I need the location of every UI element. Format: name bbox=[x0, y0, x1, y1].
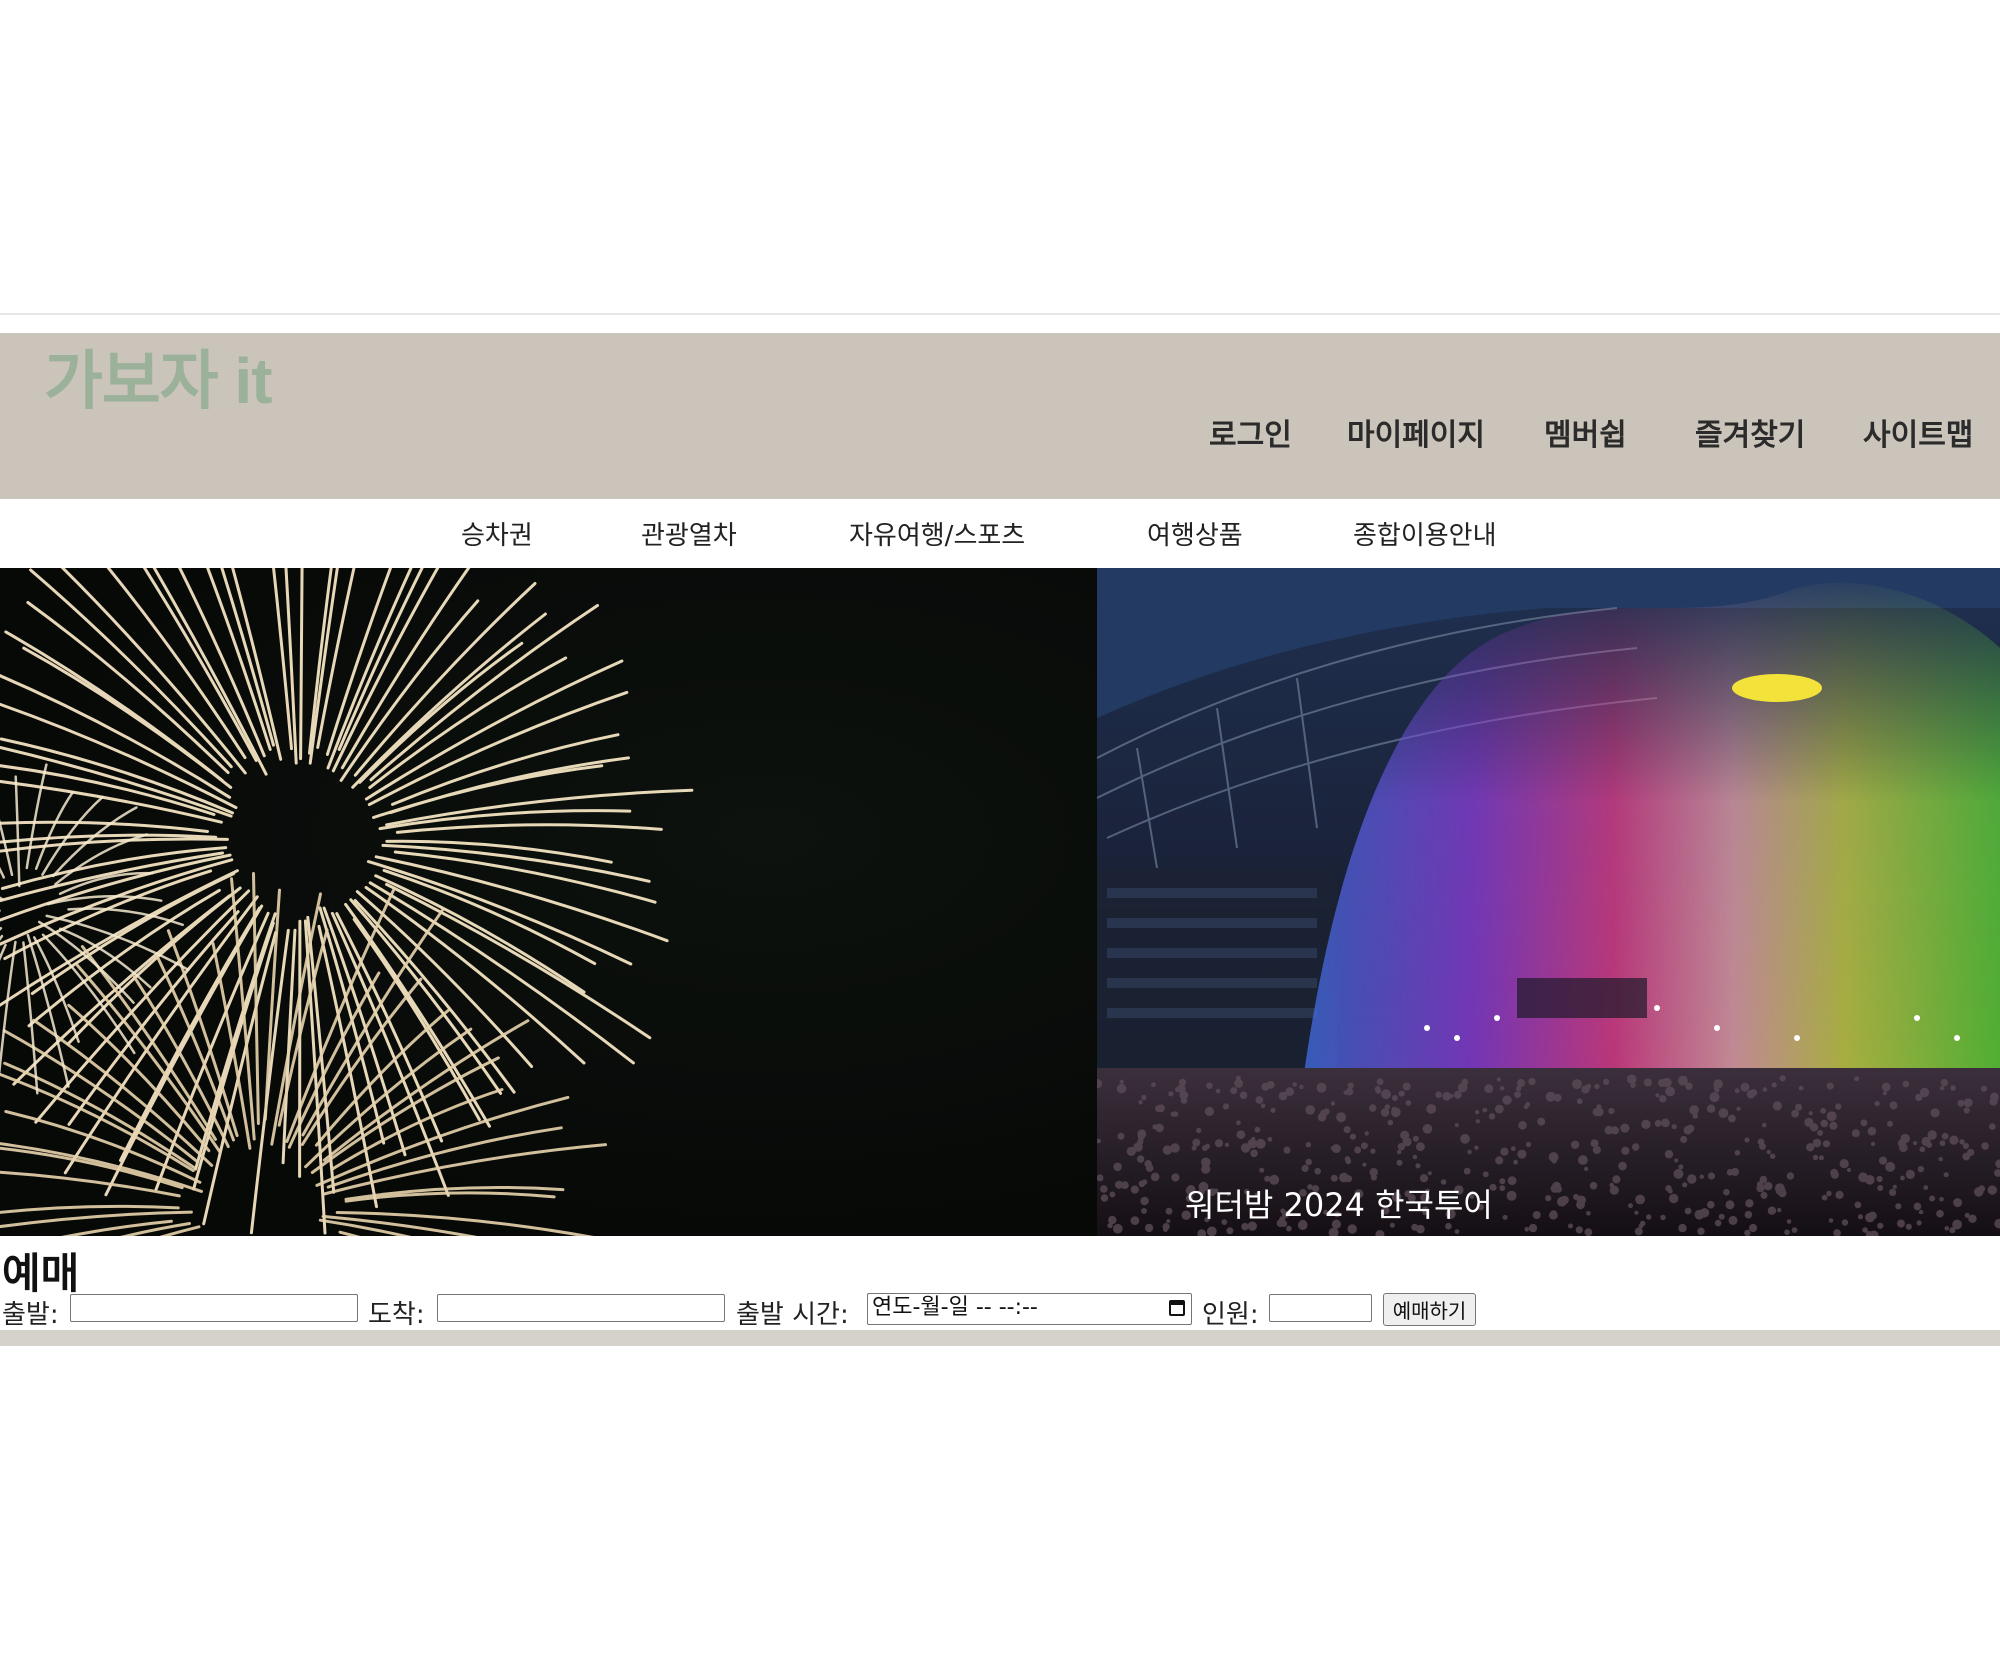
concert-illustration bbox=[1097, 568, 2000, 1236]
sitemap-link[interactable]: 사이트맵 bbox=[1863, 410, 1973, 454]
login-link[interactable]: 로그인 bbox=[1209, 410, 1292, 454]
nav-item-guide[interactable]: 종합이용안내 bbox=[1353, 515, 1497, 552]
banner-caption: 워터밤 2024 한국투어 bbox=[1185, 1186, 1493, 1224]
nav-item-free-travel-sports[interactable]: 자유여행/스포츠 bbox=[849, 515, 1025, 552]
nav-item-tour-train[interactable]: 관광열차 bbox=[641, 515, 737, 552]
arrival-label: 도착: bbox=[368, 1300, 425, 1330]
fireworks-illustration bbox=[0, 568, 694, 1236]
calendar-icon[interactable] bbox=[1169, 1300, 1185, 1316]
people-label: 인원: bbox=[1202, 1300, 1259, 1330]
mypage-link[interactable]: 마이페이지 bbox=[1347, 410, 1485, 454]
favorites-link[interactable]: 즐겨찾기 bbox=[1695, 410, 1805, 454]
arrival-input[interactable] bbox=[437, 1294, 725, 1322]
top-divider bbox=[0, 313, 2000, 315]
departure-label: 출발: bbox=[2, 1300, 59, 1330]
departure-time-label: 출발 시간: bbox=[736, 1300, 849, 1330]
departure-input[interactable] bbox=[70, 1294, 358, 1322]
nav-item-travel-products[interactable]: 여행상품 bbox=[1147, 515, 1243, 552]
fireworks-image bbox=[0, 568, 1097, 1236]
datetime-placeholder: 연도-월-일 -- --:-- bbox=[872, 1295, 1038, 1320]
book-button[interactable]: 예매하기 bbox=[1383, 1293, 1476, 1326]
concert-image: 워터밤 2024 한국투어 bbox=[1097, 568, 2000, 1236]
footer-bar bbox=[0, 1330, 2000, 1346]
site-logo[interactable]: 가보자 it bbox=[44, 330, 273, 422]
booking-form: 출발: 도착: 출발 시간: 연도-월-일 -- --:-- 인원: 예매하기 bbox=[0, 1290, 2000, 1330]
departure-time-input[interactable]: 연도-월-일 -- --:-- bbox=[867, 1293, 1192, 1325]
utility-nav: 로그인 마이페이지 멤버쉽 즐겨찾기 사이트맵 bbox=[0, 410, 2000, 460]
membership-link[interactable]: 멤버쉽 bbox=[1544, 410, 1627, 454]
main-nav: 승차권 관광열차 자유여행/스포츠 여행상품 종합이용안내 bbox=[0, 515, 2000, 555]
people-input[interactable] bbox=[1269, 1294, 1372, 1322]
nav-item-tickets[interactable]: 승차권 bbox=[461, 515, 533, 552]
